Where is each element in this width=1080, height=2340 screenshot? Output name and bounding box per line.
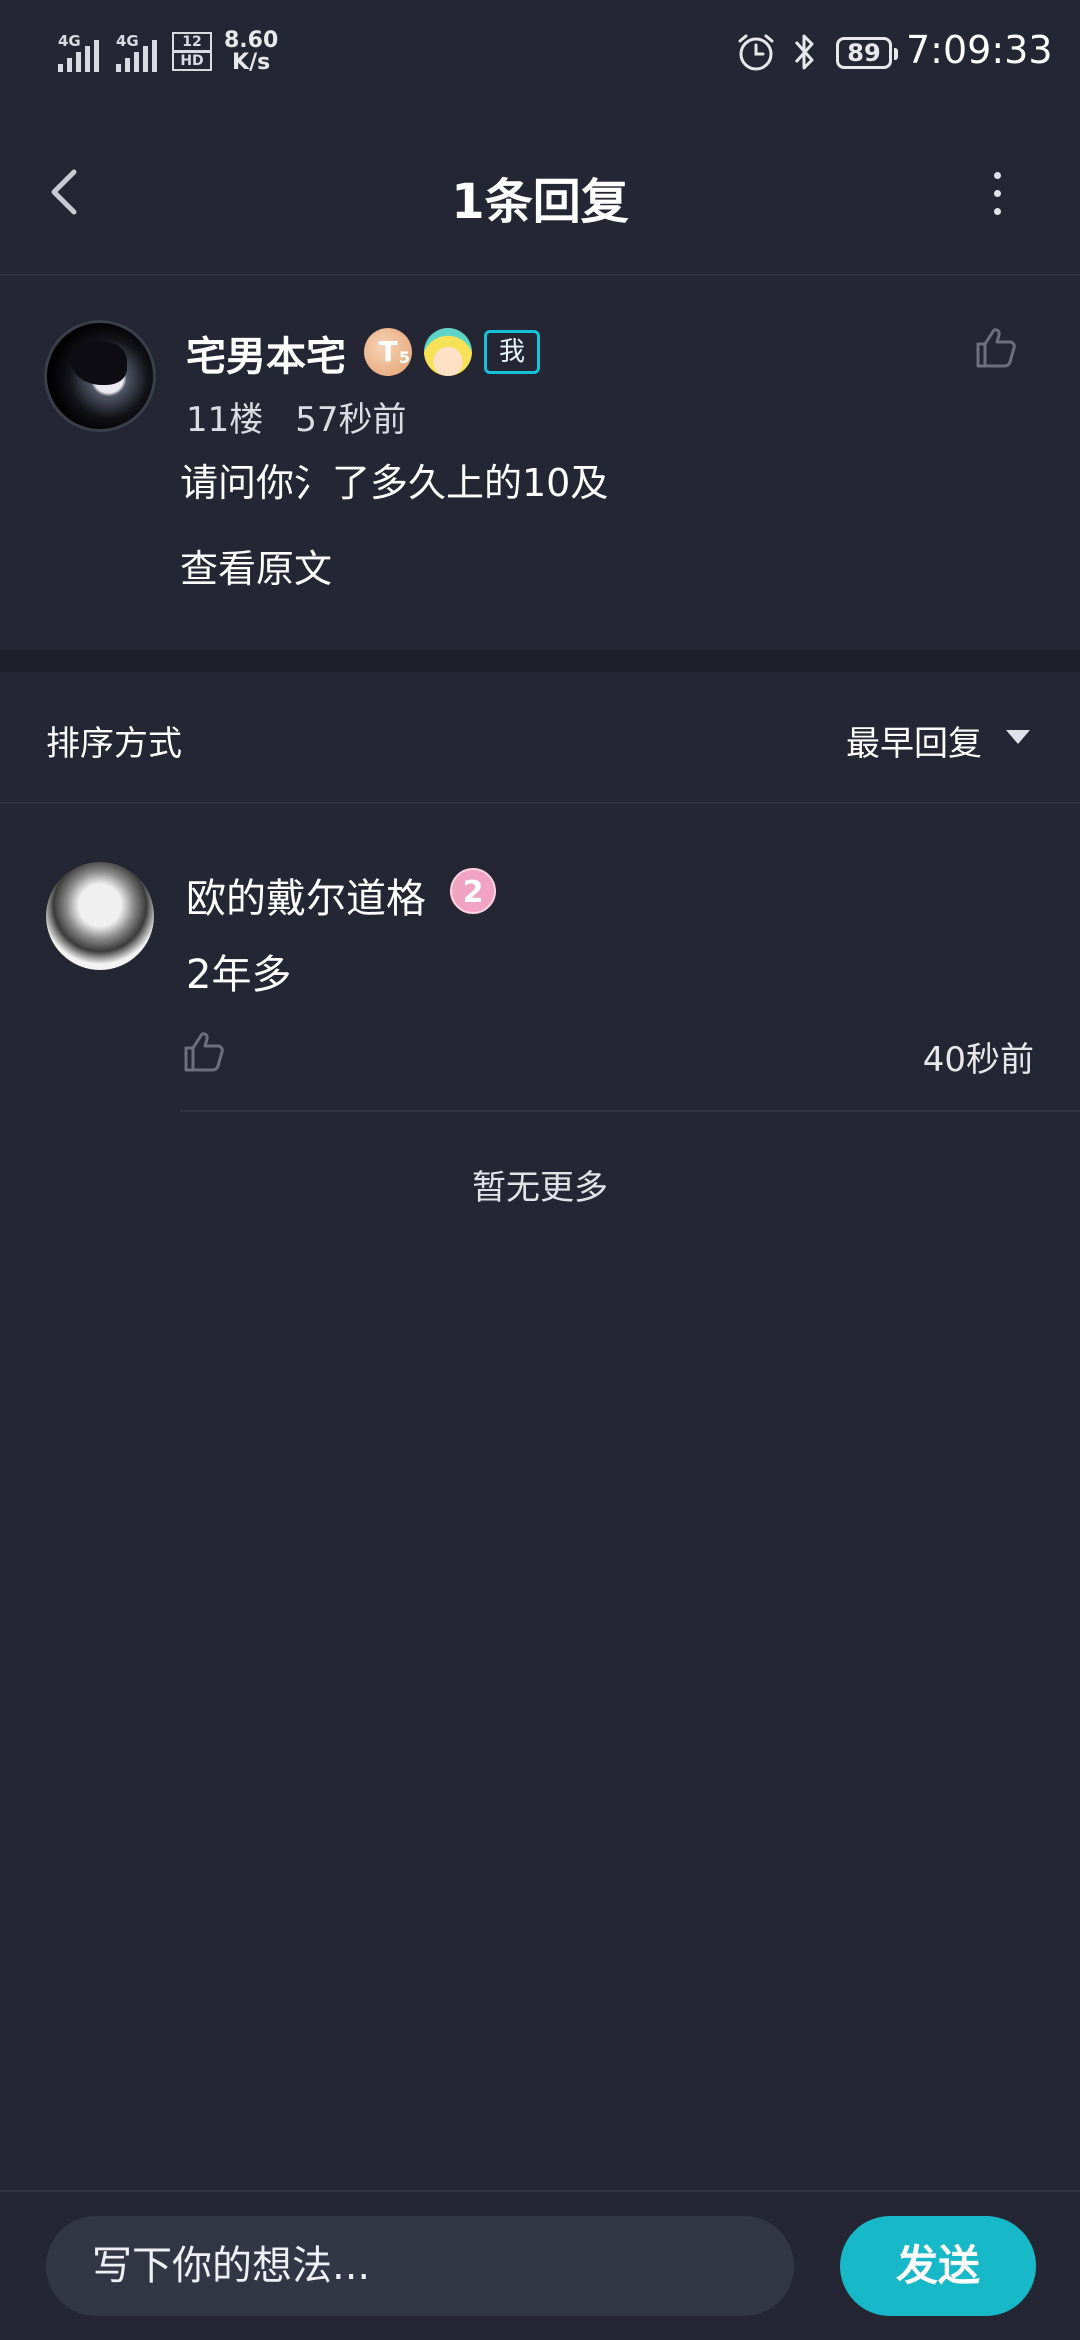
status-time: 7:09:33 — [906, 28, 1053, 72]
net-speed-unit: K/s — [232, 50, 271, 75]
net-speed: 8.60 K/s — [224, 30, 278, 74]
floor-number: 11楼 — [186, 400, 264, 440]
comment-text: 请问你氵了多久上的10及 — [180, 461, 609, 505]
page-title: 1条回复 — [451, 174, 629, 230]
hd-bottom-label: HD — [172, 51, 212, 71]
me-badge: 我 — [484, 330, 540, 374]
more-menu-button[interactable] — [982, 166, 1012, 220]
author-avatar[interactable] — [44, 320, 156, 432]
avatar-frame-badge-icon — [424, 328, 472, 376]
chevron-down-icon[interactable] — [1006, 730, 1030, 744]
list-end-text: 暂无更多 — [472, 1168, 608, 1208]
net-speed-value: 8.60 — [224, 28, 279, 53]
hd-voice-icon: 12 HD — [172, 32, 212, 72]
list-item: 欧的戴尔道格 2 2年多 40秒前 — [0, 804, 1080, 1112]
level-badge-letter: T — [378, 335, 398, 368]
view-original-link[interactable]: 查看原文 — [180, 538, 332, 593]
reply-time: 40秒前 — [922, 1040, 1034, 1080]
hd-top-label: 12 — [172, 32, 212, 52]
comment-input[interactable] — [46, 2216, 794, 2316]
status-bar: 4G 4G 12 HD 8.60 K/s 89 7:09:33 — [0, 0, 1080, 110]
comment-time: 57秒前 — [295, 400, 407, 440]
sort-label: 排序方式 — [46, 724, 182, 764]
app-header: 1条回复 — [0, 110, 1080, 276]
send-button[interactable]: 发送 — [840, 2216, 1036, 2316]
more-dot-icon — [994, 190, 1001, 197]
reply-level-badge: 2 — [450, 868, 496, 914]
section-divider — [0, 650, 1080, 672]
bluetooth-icon — [794, 34, 814, 70]
comment-composer: 发送 — [0, 2190, 1080, 2340]
battery-indicator: 89 — [836, 37, 898, 69]
author-name[interactable]: 宅男本宅 — [186, 324, 346, 382]
reply-author-name[interactable]: 欧的戴尔道格 — [186, 866, 426, 924]
reply-text: 2年多 — [186, 952, 292, 998]
thumbs-up-icon[interactable] — [180, 1028, 228, 1076]
more-dot-icon — [994, 172, 1001, 179]
level-badge-number: 5 — [398, 348, 410, 367]
reply-divider — [180, 1110, 1080, 1112]
screen: 4G 4G 12 HD 8.60 K/s 89 7:09:33 1条回复 宅男本… — [0, 0, 1080, 2340]
sort-row: 排序方式 最早回复 — [0, 672, 1080, 804]
original-comment: 宅男本宅 T5 我 11楼 57秒前 请问你氵了多久上的10及 查看原文 — [0, 276, 1080, 648]
sort-dropdown[interactable]: 最早回复 — [846, 716, 982, 765]
level-badge: T5 — [364, 328, 412, 376]
more-dot-icon — [994, 208, 1001, 215]
comment-meta: 11楼 57秒前 — [186, 392, 439, 441]
thumbs-up-icon[interactable] — [972, 324, 1020, 372]
alarm-icon — [738, 34, 774, 71]
reply-avatar[interactable] — [46, 862, 154, 970]
